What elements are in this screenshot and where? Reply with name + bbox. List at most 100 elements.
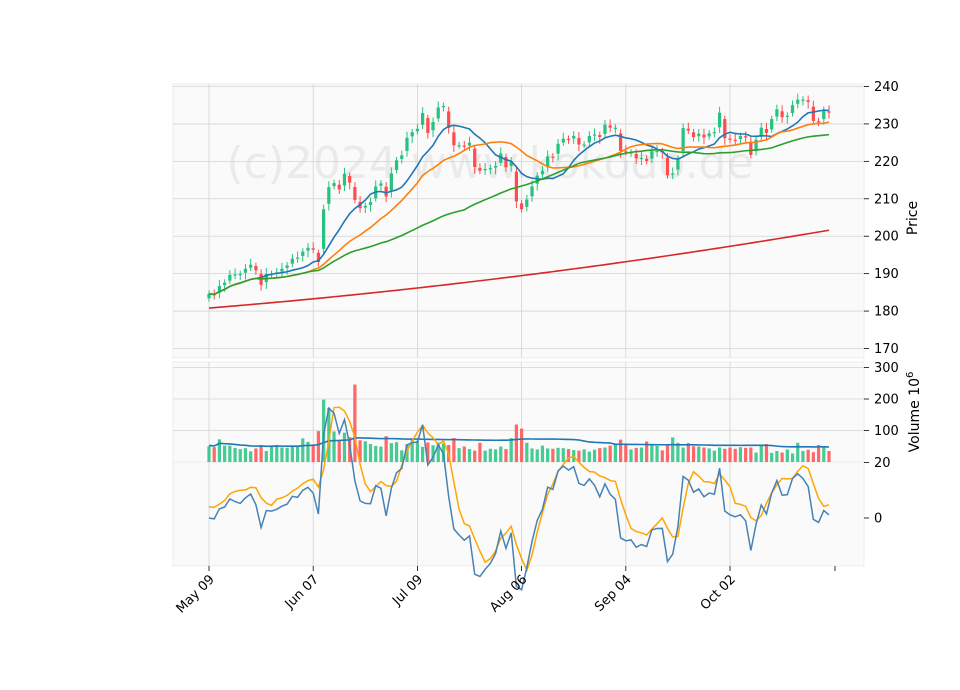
- candle: [785, 115, 789, 117]
- candle: [780, 111, 784, 118]
- volume-bar: [655, 445, 659, 462]
- candle: [519, 203, 524, 210]
- candle: [712, 132, 716, 134]
- volume-bar: [363, 441, 367, 462]
- volume-bar: [613, 444, 618, 462]
- candle: [639, 157, 644, 160]
- candle: [775, 109, 779, 117]
- candle: [738, 135, 743, 139]
- candle: [582, 144, 586, 146]
- volume-bar: [790, 453, 795, 462]
- volume-bar: [754, 452, 758, 462]
- candle: [592, 134, 597, 136]
- candle: [811, 106, 815, 121]
- candle: [770, 119, 774, 130]
- volume-bar: [316, 431, 321, 462]
- price-panel: [172, 83, 865, 359]
- candle: [441, 105, 446, 108]
- candle: [598, 135, 602, 138]
- price-tick-label: 200: [874, 230, 899, 245]
- volume-tick-label: 200: [874, 393, 899, 408]
- volume-bar: [238, 449, 242, 462]
- volume-bar: [665, 445, 670, 462]
- candle: [337, 184, 341, 190]
- volume-bar: [535, 449, 539, 462]
- volume-bar: [697, 446, 701, 462]
- volume-bar: [212, 447, 216, 462]
- candle: [233, 274, 237, 276]
- candle: [415, 128, 420, 132]
- candle: [295, 257, 300, 259]
- volume-bar: [514, 424, 519, 462]
- candlestick-chart: (c)2024 www.kokodo.de 170180190200210220…: [172, 80, 923, 616]
- candle: [363, 205, 367, 208]
- volume-bar: [384, 436, 388, 462]
- candle: [301, 251, 305, 257]
- price-tick-label: 230: [874, 117, 899, 132]
- volume-bar: [717, 447, 722, 462]
- candle: [483, 168, 487, 171]
- volume-bar: [634, 447, 638, 462]
- candle: [223, 282, 227, 286]
- volume-bar: [332, 431, 336, 462]
- candle: [342, 173, 347, 186]
- watermark: (c)2024 www.kokodo.de: [226, 138, 753, 189]
- candle: [473, 148, 477, 167]
- candle: [379, 183, 383, 186]
- candle: [394, 160, 399, 171]
- volume-bar: [264, 450, 268, 462]
- candle: [587, 135, 591, 143]
- candle: [243, 268, 248, 273]
- candle: [608, 125, 612, 128]
- volume-bar: [207, 446, 211, 462]
- volume-bar: [452, 438, 456, 462]
- candle: [431, 122, 435, 131]
- candle: [384, 186, 388, 197]
- volume-bar: [483, 450, 487, 462]
- candle: [603, 124, 607, 134]
- volume-bar: [462, 446, 466, 462]
- candle: [400, 155, 404, 160]
- volume-axis-label-text: Volume 10: [907, 378, 923, 452]
- volume-bar: [785, 449, 789, 462]
- volume-bar: [629, 449, 633, 462]
- volume-bar: [603, 447, 607, 462]
- candle: [566, 138, 571, 141]
- volume-bar: [379, 446, 383, 462]
- candle: [457, 145, 461, 147]
- candle: [436, 107, 440, 119]
- volume-bar: [285, 447, 289, 462]
- candle: [467, 142, 472, 146]
- candle: [717, 112, 722, 128]
- candle: [462, 145, 466, 147]
- candle: [426, 118, 430, 133]
- candle: [691, 132, 696, 138]
- candle: [728, 138, 732, 140]
- candle: [493, 165, 498, 168]
- volume-bar: [556, 447, 560, 462]
- volume-bar: [269, 445, 274, 462]
- candle: [420, 113, 425, 125]
- volume-bar: [499, 446, 503, 462]
- price-tick-label: 240: [874, 80, 899, 95]
- volume-bar: [749, 447, 753, 462]
- volume-bar: [775, 450, 779, 462]
- volume-bar: [519, 428, 524, 462]
- volume-bar: [389, 443, 393, 462]
- volume-bar: [493, 449, 498, 462]
- volume-bar: [587, 451, 591, 462]
- price-axis-label: Price: [905, 201, 921, 235]
- candle: [238, 274, 242, 276]
- volume-bar: [275, 444, 279, 462]
- volume-bar: [223, 445, 227, 462]
- volume-bar: [598, 448, 602, 462]
- candle: [613, 127, 618, 129]
- volume-bar: [780, 452, 784, 462]
- candle: [634, 153, 638, 159]
- volume-bar: [243, 448, 248, 462]
- candle: [733, 139, 737, 141]
- candle: [665, 157, 670, 176]
- candle: [249, 264, 253, 268]
- candle: [671, 173, 675, 175]
- candle: [650, 151, 654, 159]
